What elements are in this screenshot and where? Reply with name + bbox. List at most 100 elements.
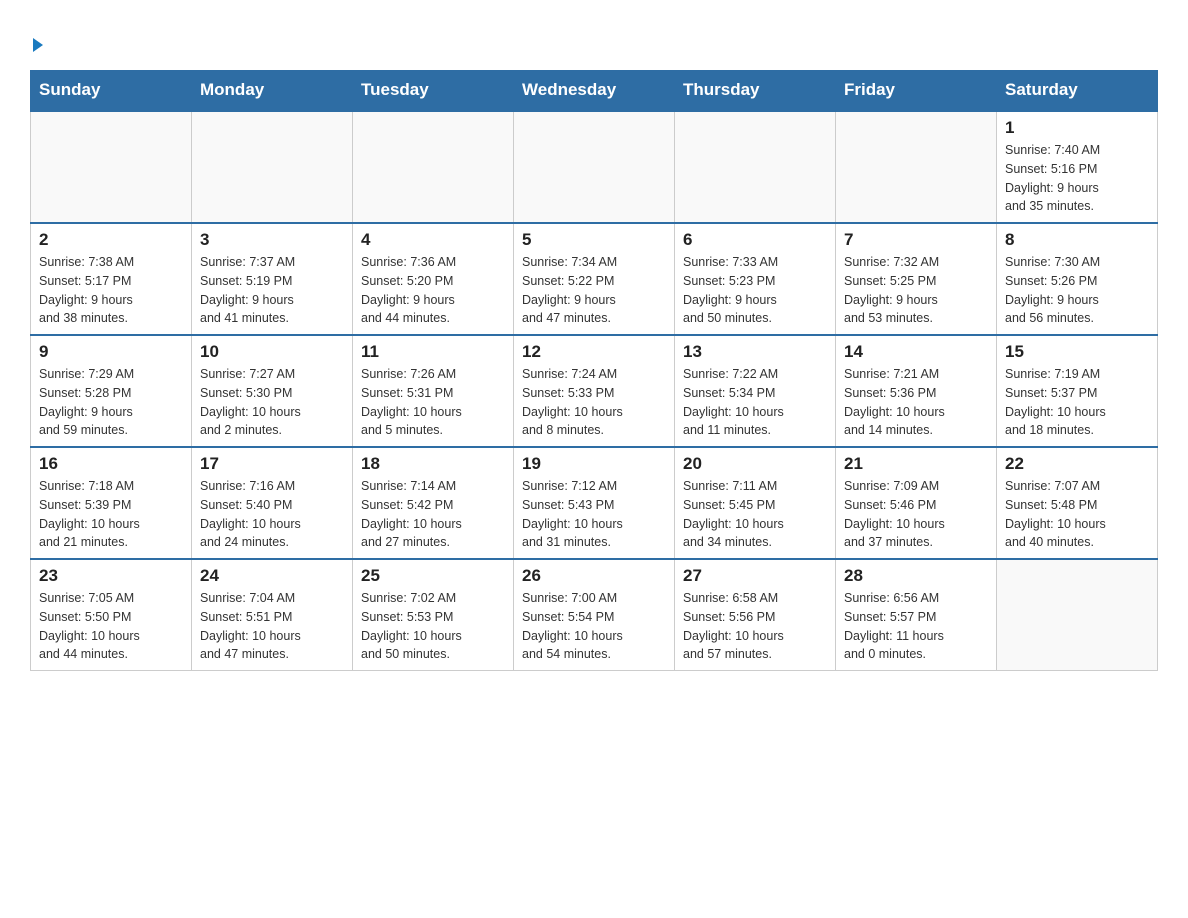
calendar-cell: 6 Sunrise: 7:33 AM Sunset: 5:23 PM Daylig… (675, 223, 836, 335)
col-thursday: Thursday (675, 70, 836, 111)
day-info: Sunrise: 7:14 AM Sunset: 5:42 PM Dayligh… (361, 477, 505, 552)
day-number: 14 (844, 342, 988, 362)
calendar-cell: 22 Sunrise: 7:07 AM Sunset: 5:48 PM Dayli… (997, 447, 1158, 559)
day-info: Sunrise: 7:30 AM Sunset: 5:26 PM Dayligh… (1005, 253, 1149, 328)
calendar-cell (192, 111, 353, 223)
day-info: Sunrise: 7:26 AM Sunset: 5:31 PM Dayligh… (361, 365, 505, 440)
calendar-header-row: Sunday Monday Tuesday Wednesday Thursday… (31, 70, 1158, 111)
calendar-cell: 23 Sunrise: 7:05 AM Sunset: 5:50 PM Dayli… (31, 559, 192, 671)
day-info: Sunrise: 7:00 AM Sunset: 5:54 PM Dayligh… (522, 589, 666, 664)
day-info: Sunrise: 7:29 AM Sunset: 5:28 PM Dayligh… (39, 365, 183, 440)
day-info: Sunrise: 6:56 AM Sunset: 5:57 PM Dayligh… (844, 589, 988, 664)
day-number: 28 (844, 566, 988, 586)
day-info: Sunrise: 7:07 AM Sunset: 5:48 PM Dayligh… (1005, 477, 1149, 552)
day-info: Sunrise: 7:22 AM Sunset: 5:34 PM Dayligh… (683, 365, 827, 440)
day-info: Sunrise: 7:36 AM Sunset: 5:20 PM Dayligh… (361, 253, 505, 328)
calendar-week-row: 2 Sunrise: 7:38 AM Sunset: 5:17 PM Daylig… (31, 223, 1158, 335)
logo-arrow-icon (33, 38, 43, 52)
calendar-cell (997, 559, 1158, 671)
calendar-cell: 25 Sunrise: 7:02 AM Sunset: 5:53 PM Dayli… (353, 559, 514, 671)
day-number: 6 (683, 230, 827, 250)
calendar-cell: 19Sunrise: 7:12 AM Sunset: 5:43 PM Dayli… (514, 447, 675, 559)
day-info: Sunrise: 7:05 AM Sunset: 5:50 PM Dayligh… (39, 589, 183, 664)
calendar-cell (836, 111, 997, 223)
day-number: 16 (39, 454, 183, 474)
calendar-cell: 1 Sunrise: 7:40 AM Sunset: 5:16 PM Daylig… (997, 111, 1158, 223)
day-info: Sunrise: 7:16 AM Sunset: 5:40 PM Dayligh… (200, 477, 344, 552)
day-number: 12 (522, 342, 666, 362)
day-info: Sunrise: 7:12 AM Sunset: 5:43 PM Dayligh… (522, 477, 666, 552)
calendar-cell: 14 Sunrise: 7:21 AM Sunset: 5:36 PM Dayli… (836, 335, 997, 447)
day-info: Sunrise: 7:32 AM Sunset: 5:25 PM Dayligh… (844, 253, 988, 328)
day-info: Sunrise: 7:34 AM Sunset: 5:22 PM Dayligh… (522, 253, 666, 328)
day-info: Sunrise: 7:19 AM Sunset: 5:37 PM Dayligh… (1005, 365, 1149, 440)
day-info: Sunrise: 7:37 AM Sunset: 5:19 PM Dayligh… (200, 253, 344, 328)
calendar-cell: 5Sunrise: 7:34 AM Sunset: 5:22 PM Daylig… (514, 223, 675, 335)
day-number: 7 (844, 230, 988, 250)
page-header (30, 20, 1158, 60)
day-info: Sunrise: 7:38 AM Sunset: 5:17 PM Dayligh… (39, 253, 183, 328)
calendar-cell: 24 Sunrise: 7:04 AM Sunset: 5:51 PM Dayli… (192, 559, 353, 671)
day-info: Sunrise: 7:02 AM Sunset: 5:53 PM Dayligh… (361, 589, 505, 664)
day-number: 20 (683, 454, 827, 474)
day-info: Sunrise: 7:24 AM Sunset: 5:33 PM Dayligh… (522, 365, 666, 440)
day-number: 13 (683, 342, 827, 362)
calendar-cell: 8 Sunrise: 7:30 AM Sunset: 5:26 PM Daylig… (997, 223, 1158, 335)
calendar-week-row: 1 Sunrise: 7:40 AM Sunset: 5:16 PM Daylig… (31, 111, 1158, 223)
day-number: 2 (39, 230, 183, 250)
calendar-cell: 26 Sunrise: 7:00 AM Sunset: 5:54 PM Dayli… (514, 559, 675, 671)
calendar-table: Sunday Monday Tuesday Wednesday Thursday… (30, 70, 1158, 671)
calendar-cell: 20 Sunrise: 7:11 AM Sunset: 5:45 PM Dayli… (675, 447, 836, 559)
day-number: 21 (844, 454, 988, 474)
calendar-cell: 7 Sunrise: 7:32 AM Sunset: 5:25 PM Daylig… (836, 223, 997, 335)
calendar-cell (31, 111, 192, 223)
calendar-cell: 16 Sunrise: 7:18 AM Sunset: 5:39 PM Dayli… (31, 447, 192, 559)
calendar-cell: 28 Sunrise: 6:56 AM Sunset: 5:57 PM Dayli… (836, 559, 997, 671)
day-info: Sunrise: 6:58 AM Sunset: 5:56 PM Dayligh… (683, 589, 827, 664)
calendar-cell: 3 Sunrise: 7:37 AM Sunset: 5:19 PM Daylig… (192, 223, 353, 335)
day-number: 1 (1005, 118, 1149, 138)
calendar-cell (675, 111, 836, 223)
col-friday: Friday (836, 70, 997, 111)
calendar-cell: 17 Sunrise: 7:16 AM Sunset: 5:40 PM Dayli… (192, 447, 353, 559)
day-number: 15 (1005, 342, 1149, 362)
col-wednesday: Wednesday (514, 70, 675, 111)
day-number: 17 (200, 454, 344, 474)
calendar-cell: 21 Sunrise: 7:09 AM Sunset: 5:46 PM Dayli… (836, 447, 997, 559)
day-number: 8 (1005, 230, 1149, 250)
day-info: Sunrise: 7:33 AM Sunset: 5:23 PM Dayligh… (683, 253, 827, 328)
calendar-cell: 13 Sunrise: 7:22 AM Sunset: 5:34 PM Dayli… (675, 335, 836, 447)
day-info: Sunrise: 7:04 AM Sunset: 5:51 PM Dayligh… (200, 589, 344, 664)
day-info: Sunrise: 7:21 AM Sunset: 5:36 PM Dayligh… (844, 365, 988, 440)
day-number: 4 (361, 230, 505, 250)
calendar-cell (514, 111, 675, 223)
col-saturday: Saturday (997, 70, 1158, 111)
calendar-week-row: 9Sunrise: 7:29 AM Sunset: 5:28 PM Daylig… (31, 335, 1158, 447)
day-info: Sunrise: 7:27 AM Sunset: 5:30 PM Dayligh… (200, 365, 344, 440)
calendar-cell: 4 Sunrise: 7:36 AM Sunset: 5:20 PM Daylig… (353, 223, 514, 335)
day-number: 25 (361, 566, 505, 586)
day-info: Sunrise: 7:18 AM Sunset: 5:39 PM Dayligh… (39, 477, 183, 552)
calendar-week-row: 23 Sunrise: 7:05 AM Sunset: 5:50 PM Dayli… (31, 559, 1158, 671)
day-number: 3 (200, 230, 344, 250)
col-tuesday: Tuesday (353, 70, 514, 111)
day-info: Sunrise: 7:09 AM Sunset: 5:46 PM Dayligh… (844, 477, 988, 552)
day-number: 10 (200, 342, 344, 362)
calendar-cell: 2 Sunrise: 7:38 AM Sunset: 5:17 PM Daylig… (31, 223, 192, 335)
calendar-cell: 27 Sunrise: 6:58 AM Sunset: 5:56 PM Dayli… (675, 559, 836, 671)
day-number: 26 (522, 566, 666, 586)
logo (30, 20, 43, 60)
calendar-cell: 9Sunrise: 7:29 AM Sunset: 5:28 PM Daylig… (31, 335, 192, 447)
calendar-week-row: 16 Sunrise: 7:18 AM Sunset: 5:39 PM Dayli… (31, 447, 1158, 559)
day-number: 22 (1005, 454, 1149, 474)
day-number: 23 (39, 566, 183, 586)
calendar-cell: 15 Sunrise: 7:19 AM Sunset: 5:37 PM Dayli… (997, 335, 1158, 447)
col-sunday: Sunday (31, 70, 192, 111)
day-info: Sunrise: 7:11 AM Sunset: 5:45 PM Dayligh… (683, 477, 827, 552)
day-number: 11 (361, 342, 505, 362)
calendar-cell: 12 Sunrise: 7:24 AM Sunset: 5:33 PM Dayli… (514, 335, 675, 447)
day-number: 27 (683, 566, 827, 586)
day-number: 18 (361, 454, 505, 474)
day-number: 24 (200, 566, 344, 586)
day-info: Sunrise: 7:40 AM Sunset: 5:16 PM Dayligh… (1005, 141, 1149, 216)
